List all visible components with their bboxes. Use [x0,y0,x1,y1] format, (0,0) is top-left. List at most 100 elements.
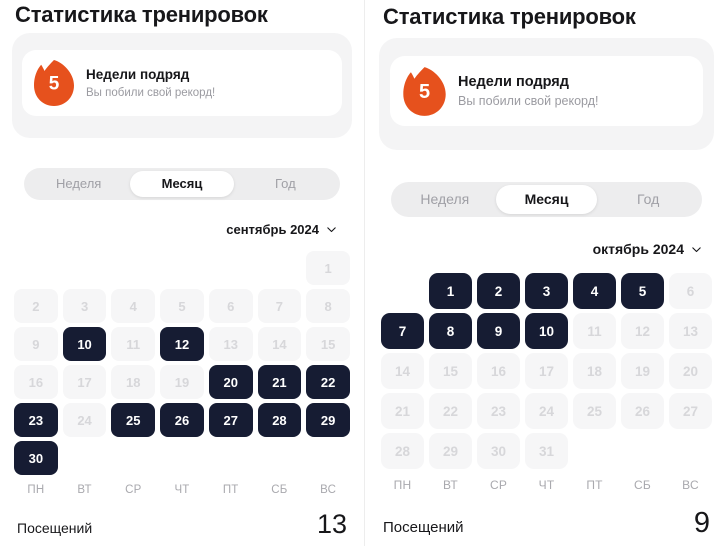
calendar-cell-empty [111,251,155,285]
calendar-day-30[interactable]: 30 [14,441,58,475]
calendar-grid: 1 2 3 4 5 6 7 8 9 10 11 12 13 14 15 16 17 18 19 20 21 22 23 24 2… [381,273,712,469]
calendar-day-15[interactable]: 15 [306,327,350,361]
calendar-day-19[interactable]: 19 [621,353,664,389]
calendar-day-14[interactable]: 14 [381,353,424,389]
calendar-day-4[interactable]: 4 [111,289,156,323]
calendar-day-1[interactable]: 1 [429,273,472,309]
calendar-day-26[interactable]: 26 [621,393,664,429]
streak-title: Недели подряд [86,66,190,82]
calendar-day-7[interactable]: 7 [257,289,302,323]
calendar-day-3[interactable]: 3 [62,289,107,323]
calendar-day-5[interactable]: 5 [160,289,204,323]
calendar-day-6[interactable]: 6 [208,289,253,323]
calendar-day-20[interactable]: 20 [669,353,712,389]
calendar-day-5[interactable]: 5 [621,273,664,309]
calendar-day-16[interactable]: 16 [14,365,58,399]
calendar-day-17[interactable]: 17 [525,353,568,389]
weekday-вс: ВС [682,478,699,492]
calendar-day-27[interactable]: 27 [208,403,253,437]
calendar-day-12[interactable]: 12 [160,327,204,361]
calendar-day-20[interactable]: 20 [208,365,253,399]
calendar-day-6[interactable]: 6 [669,273,712,309]
weekday-сб: СБ [271,484,288,496]
calendar-day-24[interactable]: 24 [62,403,107,437]
calendar-cell-empty [209,251,253,285]
tab-month[interactable]: Месяц [130,171,234,197]
month-selector[interactable]: октябрь 2024 [365,241,728,257]
calendar: 1 2 3 4 5 6 7 8 9 10 11 12 13 14 15 16 17 18 19 20 21 22 23 24 2… [381,273,712,492]
period-segmented-control[interactable]: Неделя Месяц Год [24,168,340,200]
weekday-вт: ВТ [443,478,458,492]
calendar-day-22[interactable]: 22 [306,365,350,399]
streak-subtitle: Вы побили свой рекорд! [86,86,216,99]
tab-month[interactable]: Месяц [495,185,598,214]
period-segmented-control[interactable]: Неделя Месяц Год [391,182,702,217]
calendar-day-13[interactable]: 13 [669,313,712,349]
calendar-day-2[interactable]: 2 [14,289,58,323]
calendar-day-16[interactable]: 16 [477,353,520,389]
visits-value: 13 [316,509,347,539]
month-selector[interactable]: сентябрь 2024 [0,222,364,237]
streak-subtitle: Вы побили свой рекорд! [458,93,599,108]
calendar-day-14[interactable]: 14 [257,327,302,361]
tab-year[interactable]: Год [597,185,699,214]
calendar-day-18[interactable]: 18 [573,353,616,389]
streak-card[interactable]: 5 Недели подряд Вы побили свой рекорд! [390,56,703,126]
calendar-day-30[interactable]: 30 [477,433,520,469]
weekday-сб: СБ [634,478,651,492]
calendar-day-9[interactable]: 9 [477,313,520,349]
calendar-day-12[interactable]: 12 [621,313,664,349]
tab-week[interactable]: Неделя [27,171,130,197]
calendar-day-4[interactable]: 4 [573,273,616,309]
calendar-cell-empty [381,273,424,309]
calendar-day-19[interactable]: 19 [160,365,204,399]
calendar-day-27[interactable]: 27 [669,393,712,429]
calendar-day-2[interactable]: 2 [477,273,520,309]
calendar-day-22[interactable]: 22 [429,393,472,429]
calendar-day-10[interactable]: 10 [62,327,107,361]
weekday-вс: ВС [320,484,337,496]
calendar-day-31[interactable]: 31 [525,433,568,469]
calendar-day-10[interactable]: 10 [525,313,568,349]
calendar-day-11[interactable]: 11 [573,313,616,349]
calendar-day-3[interactable]: 3 [525,273,568,309]
calendar-day-11[interactable]: 11 [111,327,156,361]
calendar-day-8[interactable]: 8 [429,313,472,349]
calendar-day-28[interactable]: 28 [257,403,302,437]
tab-year[interactable]: Год [234,171,337,197]
calendar-day-8[interactable]: 8 [306,289,350,323]
calendar-day-15[interactable]: 15 [429,353,472,389]
streak-title: Недели подряд [458,73,569,90]
chevron-down-icon[interactable] [326,224,337,235]
calendar-day-21[interactable]: 21 [257,365,302,399]
calendar-day-18[interactable]: 18 [111,365,156,399]
weekday-пн: ПН [393,478,412,492]
calendar-day-17[interactable]: 17 [62,365,107,399]
weekday-ср: СР [125,484,142,496]
calendar-day-29[interactable]: 29 [306,403,350,437]
calendar-day-25[interactable]: 25 [573,393,616,429]
calendar-day-29[interactable]: 29 [429,433,472,469]
calendar-day-13[interactable]: 13 [208,327,253,361]
calendar-day-1[interactable]: 1 [306,251,350,285]
weekday-пт: ПТ [586,478,603,492]
streak-card[interactable]: 5 Недели подряд Вы побили свой рекорд! [22,50,342,116]
streak-text: Недели подряд Вы побили свой рекорд! [458,73,598,110]
calendar-day-23[interactable]: 23 [477,393,520,429]
calendar-day-21[interactable]: 21 [381,393,424,429]
streak-count: 5 [48,73,60,95]
chevron-down-icon[interactable] [691,244,702,255]
calendar-day-9[interactable]: 9 [14,327,58,361]
visits-label: Посещений [383,519,464,536]
calendar-day-25[interactable]: 25 [111,403,156,437]
calendar-day-7[interactable]: 7 [381,313,424,349]
weekday-вт: ВТ [77,484,92,496]
month-label: октябрь 2024 [592,241,684,257]
calendar-day-23[interactable]: 23 [14,403,58,437]
panel-left: Статистика тренировок 5 Недели подряд Вы… [0,0,364,546]
calendar-day-28[interactable]: 28 [381,433,424,469]
calendar-day-26[interactable]: 26 [160,403,204,437]
tab-week[interactable]: Неделя [394,185,496,214]
calendar-day-24[interactable]: 24 [525,393,568,429]
streak-section: 5 Недели подряд Вы побили свой рекорд! [379,38,714,150]
